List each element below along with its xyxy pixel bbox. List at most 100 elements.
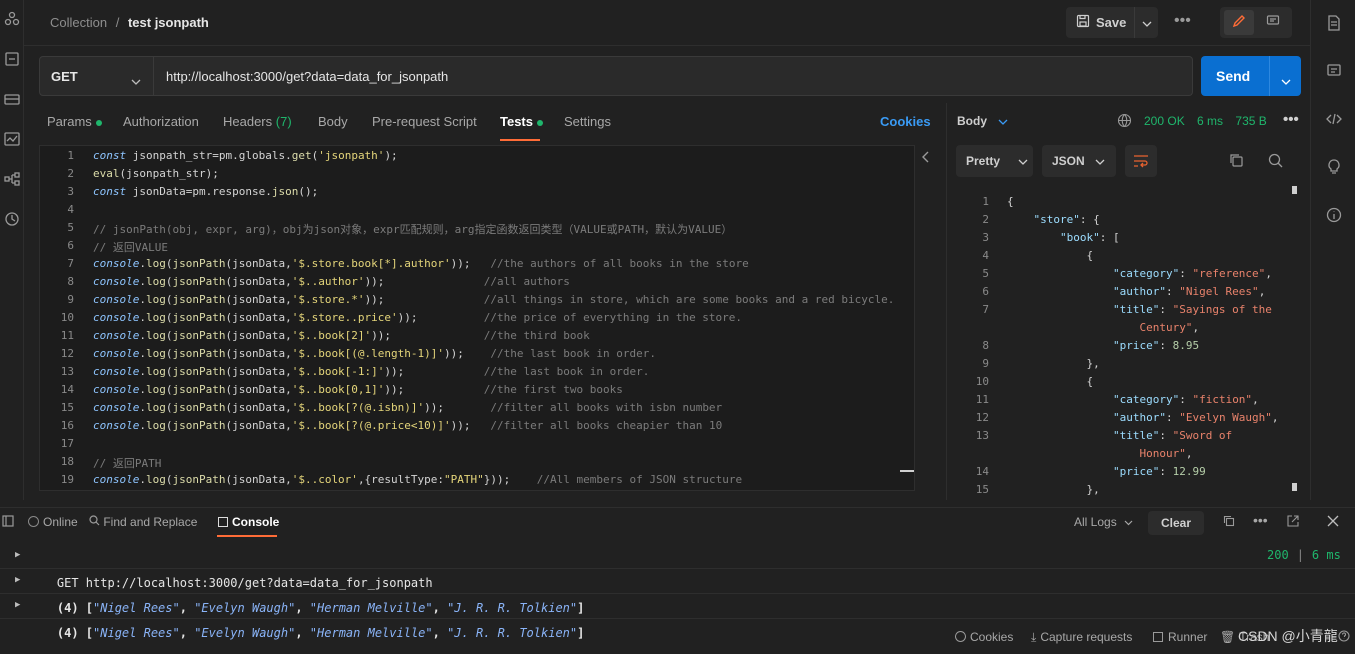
chevron-down-icon xyxy=(998,114,1008,128)
line-number: 11 xyxy=(975,393,989,406)
cookies-button[interactable]: Cookies xyxy=(955,630,1013,644)
save-dropdown-button[interactable] xyxy=(1134,7,1158,38)
monitors-icon[interactable] xyxy=(3,130,21,148)
breadcrumb-request[interactable]: test jsonpath xyxy=(128,15,209,30)
runner-button[interactable]: Runner xyxy=(1153,630,1207,644)
documentation-icon[interactable] xyxy=(1325,14,1343,32)
cookies-link[interactable]: Cookies xyxy=(880,114,931,129)
copy-icon[interactable] xyxy=(1223,515,1235,530)
more-options-button[interactable]: ••• xyxy=(1174,12,1191,30)
pop-out-icon[interactable] xyxy=(1287,515,1299,530)
save-label: Save xyxy=(1096,15,1127,30)
response-body-select[interactable]: Body xyxy=(957,114,1008,128)
line-number: 15 xyxy=(975,483,989,495)
copy-icon[interactable] xyxy=(1229,153,1244,171)
method-select[interactable]: GET xyxy=(39,56,154,96)
lightbulb-icon[interactable] xyxy=(1325,158,1343,176)
format-pretty-select[interactable]: Pretty xyxy=(956,145,1033,177)
line-number: 13 xyxy=(975,429,989,442)
line-number: 8 xyxy=(67,275,74,288)
chevron-down-icon xyxy=(1281,73,1291,88)
console-more-button[interactable]: ••• xyxy=(1253,512,1268,528)
online-label: Online xyxy=(43,515,78,529)
request-bar: GET http://localhost:3000/get?data=data_… xyxy=(24,47,1310,103)
tab-settings[interactable]: Settings xyxy=(564,114,611,129)
tab-body[interactable]: Body xyxy=(318,114,348,129)
console-output: ▶ GET http://localhost:3000/get?data=dat… xyxy=(0,538,1355,640)
json-line: { xyxy=(1007,195,1014,208)
code-line: console.log(jsonPath(jsonData,'$..book[2… xyxy=(93,329,590,342)
tab-label: Headers xyxy=(223,114,273,129)
flows-icon[interactable] xyxy=(3,170,21,188)
line-number: 17 xyxy=(60,437,74,450)
info-icon[interactable] xyxy=(1325,206,1343,224)
globe-icon[interactable] xyxy=(1117,113,1132,131)
all-logs-select[interactable]: All Logs xyxy=(1074,515,1133,529)
find-replace-button[interactable]: Find and Replace xyxy=(89,515,197,529)
code-line: console.log(jsonPath(jsonData,'$..color'… xyxy=(93,473,743,486)
tests-script-editor[interactable]: 1 const jsonpath_str=pm.globals.get('json… xyxy=(39,145,915,491)
tab-tests[interactable]: Tests xyxy=(500,114,543,129)
line-number: 4 xyxy=(982,249,989,262)
breadcrumb-collection[interactable]: Collection xyxy=(50,15,107,30)
code-line: // 返回VALUE xyxy=(93,241,168,254)
editor-scrollbar[interactable] xyxy=(900,470,914,472)
online-status[interactable]: Online xyxy=(28,515,78,529)
code-line: console.log(jsonPath(jsonData,'$.store.*… xyxy=(93,293,895,306)
send-dropdown-button[interactable] xyxy=(1269,56,1301,96)
tab-label: Authorization xyxy=(123,114,199,129)
line-number: 18 xyxy=(60,455,74,468)
collapse-panel-button[interactable] xyxy=(922,150,930,166)
help-icon[interactable] xyxy=(1338,630,1350,645)
clear-console-button[interactable]: Clear xyxy=(1148,511,1204,535)
cookies-label: Cookies xyxy=(970,630,1014,644)
tab-params[interactable]: Params xyxy=(47,114,102,129)
response-scrollbar-bottom[interactable] xyxy=(1292,483,1297,491)
left-sidebar xyxy=(0,0,24,500)
line-number: 2 xyxy=(67,167,74,180)
comments-icon[interactable] xyxy=(1325,62,1343,80)
comments-mode-button[interactable] xyxy=(1258,10,1288,35)
apis-icon[interactable] xyxy=(3,50,21,68)
close-icon[interactable] xyxy=(1327,515,1339,530)
line-number: 9 xyxy=(982,357,989,370)
code-line: console.log(jsonPath(jsonData,'$..author… xyxy=(93,275,570,288)
edit-mode-button[interactable] xyxy=(1224,10,1254,35)
tab-headers[interactable]: Headers (7) xyxy=(223,114,292,129)
line-number: 12 xyxy=(60,347,74,360)
wrap-icon xyxy=(1133,154,1149,171)
line-number: 10 xyxy=(975,375,989,388)
toggle-sidebar-icon[interactable] xyxy=(2,515,14,530)
history-icon[interactable] xyxy=(3,210,21,228)
environments-icon[interactable] xyxy=(3,90,21,108)
right-sidebar xyxy=(1310,0,1355,500)
url-input[interactable]: http://localhost:3000/get?data=data_for_… xyxy=(154,56,1193,96)
response-size: 735 B xyxy=(1235,114,1267,128)
pencil-icon xyxy=(1232,14,1246,31)
line-number: 5 xyxy=(67,221,74,234)
response-more-button[interactable]: ••• xyxy=(1283,111,1299,128)
format-type-select[interactable]: JSON xyxy=(1042,145,1116,177)
all-logs-label: All Logs xyxy=(1074,515,1117,529)
search-icon[interactable] xyxy=(1268,153,1283,171)
tab-label: Settings xyxy=(564,114,611,129)
response-scrollbar-top[interactable] xyxy=(1292,186,1297,194)
line-number: 1 xyxy=(67,149,74,162)
json-line: "category": "fiction", xyxy=(1112,393,1259,406)
caret-right-icon: ▶ xyxy=(15,550,21,560)
tab-authorization[interactable]: Authorization xyxy=(123,114,199,129)
method-value: GET xyxy=(51,68,78,84)
wrap-lines-button[interactable] xyxy=(1125,145,1157,177)
status-code: 200 OK xyxy=(1144,114,1185,128)
online-icon xyxy=(28,516,39,527)
collections-icon[interactable] xyxy=(3,10,21,28)
console-tab[interactable]: Console xyxy=(218,515,279,529)
response-time: 6 ms xyxy=(1197,114,1224,128)
code-snippet-icon[interactable] xyxy=(1325,110,1343,128)
capture-requests-button[interactable]: ⤓ Capture requests xyxy=(1031,630,1132,645)
code-line: console.log(jsonPath(jsonData,'$.store..… xyxy=(93,311,743,324)
console-label: Console xyxy=(232,515,280,529)
tab-pre-request-script[interactable]: Pre-request Script xyxy=(372,114,477,129)
response-json-viewer[interactable]: 1 {2 "store": {3 "book": [4 {5 "category"… xyxy=(965,195,1305,495)
divider xyxy=(0,593,1355,594)
